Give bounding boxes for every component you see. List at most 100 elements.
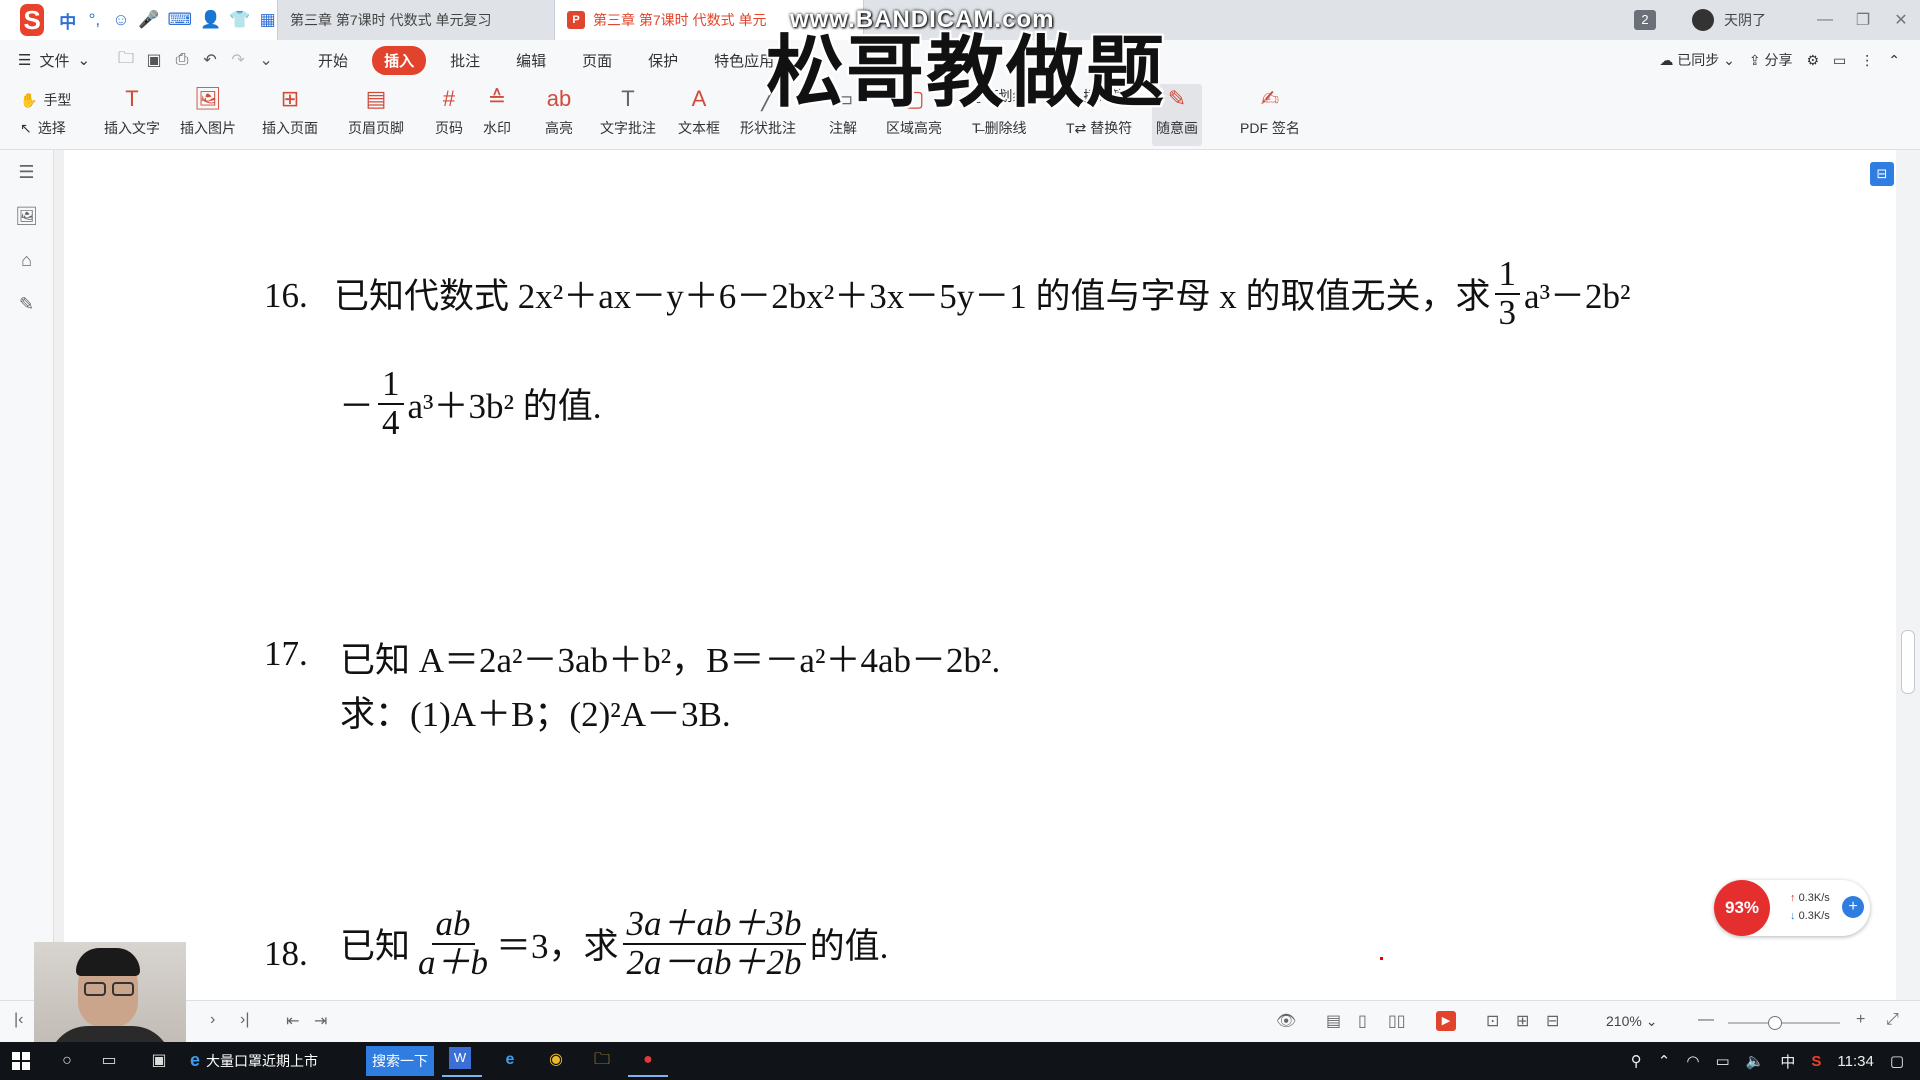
- highlight-button[interactable]: ab 高亮: [544, 84, 574, 138]
- bookmark-icon[interactable]: ⌂: [0, 238, 53, 282]
- comment-icon[interactable]: ▭: [1833, 52, 1846, 69]
- next-page-icon[interactable]: ›: [210, 1011, 215, 1029]
- menu-item-comment[interactable]: 批注: [438, 46, 492, 75]
- cortana-icon[interactable]: ○: [54, 1048, 80, 1074]
- pdf-sign-button[interactable]: ✍ PDF 签名: [1240, 84, 1300, 138]
- restore-icon[interactable]: ❐: [1844, 10, 1882, 30]
- accelerate-plus-icon[interactable]: +: [1842, 896, 1864, 918]
- user-icon[interactable]: 👤: [200, 10, 221, 30]
- page-number-button[interactable]: # 页码: [434, 84, 464, 138]
- insert-image-button[interactable]: 🖼 插入图片: [180, 84, 236, 138]
- insert-page-button[interactable]: ⊞ 插入页面: [262, 84, 318, 138]
- more-icon[interactable]: ⋮: [1860, 52, 1874, 69]
- network-speed-widget[interactable]: 93% ↑ 0.3K/s ↓ 0.3K/s +: [1714, 880, 1870, 936]
- tab-document-1[interactable]: 第三章 第7课时 代数式 单元复习: [278, 0, 550, 40]
- memory-percent-ball[interactable]: 93%: [1714, 880, 1770, 936]
- two-page-icon[interactable]: ▯▯: [1388, 1011, 1406, 1031]
- news-ticker[interactable]: e 大量口罩近期上市: [190, 1050, 318, 1071]
- window-count-badge[interactable]: 2: [1634, 10, 1656, 30]
- wifi-icon[interactable]: ◠: [1686, 1052, 1699, 1070]
- windows-start-icon[interactable]: [12, 1052, 30, 1070]
- taskbar-wps-pdf-app[interactable]: W: [442, 1045, 482, 1077]
- volume-icon[interactable]: 🔈: [1746, 1052, 1765, 1070]
- vertical-scrollbar[interactable]: [1896, 150, 1920, 1000]
- microphone-icon[interactable]: 🎤: [138, 10, 159, 30]
- outline-icon[interactable]: ☰: [0, 150, 53, 194]
- tool-label: 水印: [483, 120, 511, 136]
- tray-app-icon[interactable]: ▣: [146, 1048, 172, 1074]
- redo-icon[interactable]: ↷: [224, 50, 252, 70]
- taskbar-browser-app[interactable]: ◉: [536, 1045, 576, 1077]
- zoom-slider[interactable]: [1728, 1016, 1840, 1030]
- prev-view-icon[interactable]: ⇤: [286, 1011, 299, 1031]
- close-icon[interactable]: ✕: [1882, 10, 1920, 30]
- first-page-icon[interactable]: |‹: [14, 1011, 23, 1029]
- minimize-icon[interactable]: —: [1806, 11, 1844, 29]
- zoom-level[interactable]: 210% ⌄: [1606, 1013, 1657, 1030]
- fullscreen-icon[interactable]: ⤢: [1886, 1011, 1899, 1029]
- zoom-in-icon[interactable]: +: [1856, 1011, 1865, 1029]
- clock-time[interactable]: 11:34: [1837, 1053, 1873, 1070]
- fit-width-icon[interactable]: ⊟: [1546, 1011, 1559, 1031]
- question-18-tail: 的值.: [809, 927, 889, 967]
- sogou-logo-icon[interactable]: S: [20, 4, 45, 36]
- people-icon[interactable]: ⚲: [1631, 1052, 1642, 1070]
- header-footer-button[interactable]: ▤ 页眉页脚: [348, 84, 404, 138]
- continuous-view-icon[interactable]: ▤: [1326, 1011, 1341, 1031]
- hand-tool[interactable]: ✋ 手型: [20, 86, 90, 114]
- watermark-button[interactable]: ≙ 水印: [482, 84, 512, 138]
- file-menu[interactable]: ☰ 文件 ⌄: [18, 50, 90, 71]
- search-button[interactable]: 搜索一下: [366, 1046, 434, 1076]
- sync-status[interactable]: ☁ 已同步 ⌄: [1659, 50, 1735, 70]
- notification-icon[interactable]: ▢: [1890, 1052, 1904, 1070]
- save-icon[interactable]: ▣: [140, 50, 168, 70]
- select-tool[interactable]: ↖ 选择: [20, 114, 90, 142]
- menu-item-edit[interactable]: 编辑: [504, 46, 558, 75]
- scrollbar-thumb[interactable]: [1901, 630, 1915, 694]
- grid-menu-icon[interactable]: ▦: [258, 10, 277, 30]
- eye-protection-icon[interactable]: 👁: [1276, 1011, 1296, 1031]
- taskbar-recorder-app[interactable]: ●: [628, 1045, 668, 1077]
- collapse-ribbon-icon[interactable]: ⌃: [1888, 52, 1900, 69]
- task-view-icon[interactable]: ▭: [96, 1048, 122, 1074]
- thumbnail-icon[interactable]: 🖼: [0, 194, 53, 238]
- menu-item-start[interactable]: 开始: [306, 46, 360, 75]
- emoji-icon[interactable]: ☺: [112, 10, 131, 30]
- menu-item-page[interactable]: 页面: [570, 46, 624, 75]
- share-button[interactable]: ⇪ 分享: [1749, 50, 1793, 70]
- avatar[interactable]: [1692, 9, 1714, 31]
- last-page-icon[interactable]: ›|: [240, 1011, 249, 1029]
- single-page-icon[interactable]: ▯: [1358, 1011, 1367, 1031]
- sogou-tray-icon[interactable]: S: [1811, 1053, 1821, 1070]
- menu-item-protect[interactable]: 保护: [636, 46, 690, 75]
- page-tool-icon[interactable]: ⊟: [1870, 162, 1894, 186]
- insert-text-button[interactable]: T 插入文字: [104, 84, 160, 138]
- keyboard-icon[interactable]: ⌨: [167, 10, 192, 30]
- annotation-list-icon[interactable]: ✎: [0, 282, 53, 326]
- fit-page-icon[interactable]: ⊞: [1516, 1011, 1529, 1031]
- tray-expand-icon[interactable]: ⌃: [1658, 1052, 1671, 1070]
- title-right-controls: 2 天阴了 — ❐ ✕: [1634, 0, 1920, 40]
- actual-size-icon[interactable]: ⊡: [1486, 1011, 1499, 1031]
- settings-gear-icon[interactable]: ⚙: [1806, 52, 1819, 69]
- next-view-icon[interactable]: ⇥: [314, 1011, 327, 1031]
- undo-icon[interactable]: ↶: [196, 50, 224, 70]
- user-name[interactable]: 天阴了: [1724, 10, 1766, 30]
- taskbar-edge-app[interactable]: e: [490, 1045, 530, 1077]
- text-comment-button[interactable]: T 文字批注: [600, 84, 656, 138]
- play-slideshow-icon[interactable]: ▶: [1436, 1011, 1456, 1031]
- taskbar-explorer-app[interactable]: 🗀: [582, 1045, 622, 1077]
- open-folder-icon[interactable]: 🗀: [112, 47, 140, 74]
- battery-icon[interactable]: ▭: [1715, 1052, 1729, 1070]
- ime-indicator[interactable]: 中: [1780, 1051, 1795, 1072]
- chinese-mode-icon[interactable]: 中: [58, 8, 77, 33]
- zoom-out-icon[interactable]: —: [1698, 1011, 1714, 1029]
- quick-access-dropdown-icon[interactable]: ⌄: [252, 50, 280, 70]
- punctuation-icon[interactable]: °,: [85, 10, 104, 30]
- text-box-button[interactable]: A 文本框: [678, 84, 720, 138]
- menu-item-insert[interactable]: 插入: [372, 45, 427, 75]
- skin-icon[interactable]: 👕: [229, 10, 250, 30]
- zoom-slider-knob[interactable]: [1768, 1016, 1783, 1030]
- print-icon[interactable]: ⎙: [168, 51, 196, 69]
- share-icon: ⇪: [1748, 52, 1765, 68]
